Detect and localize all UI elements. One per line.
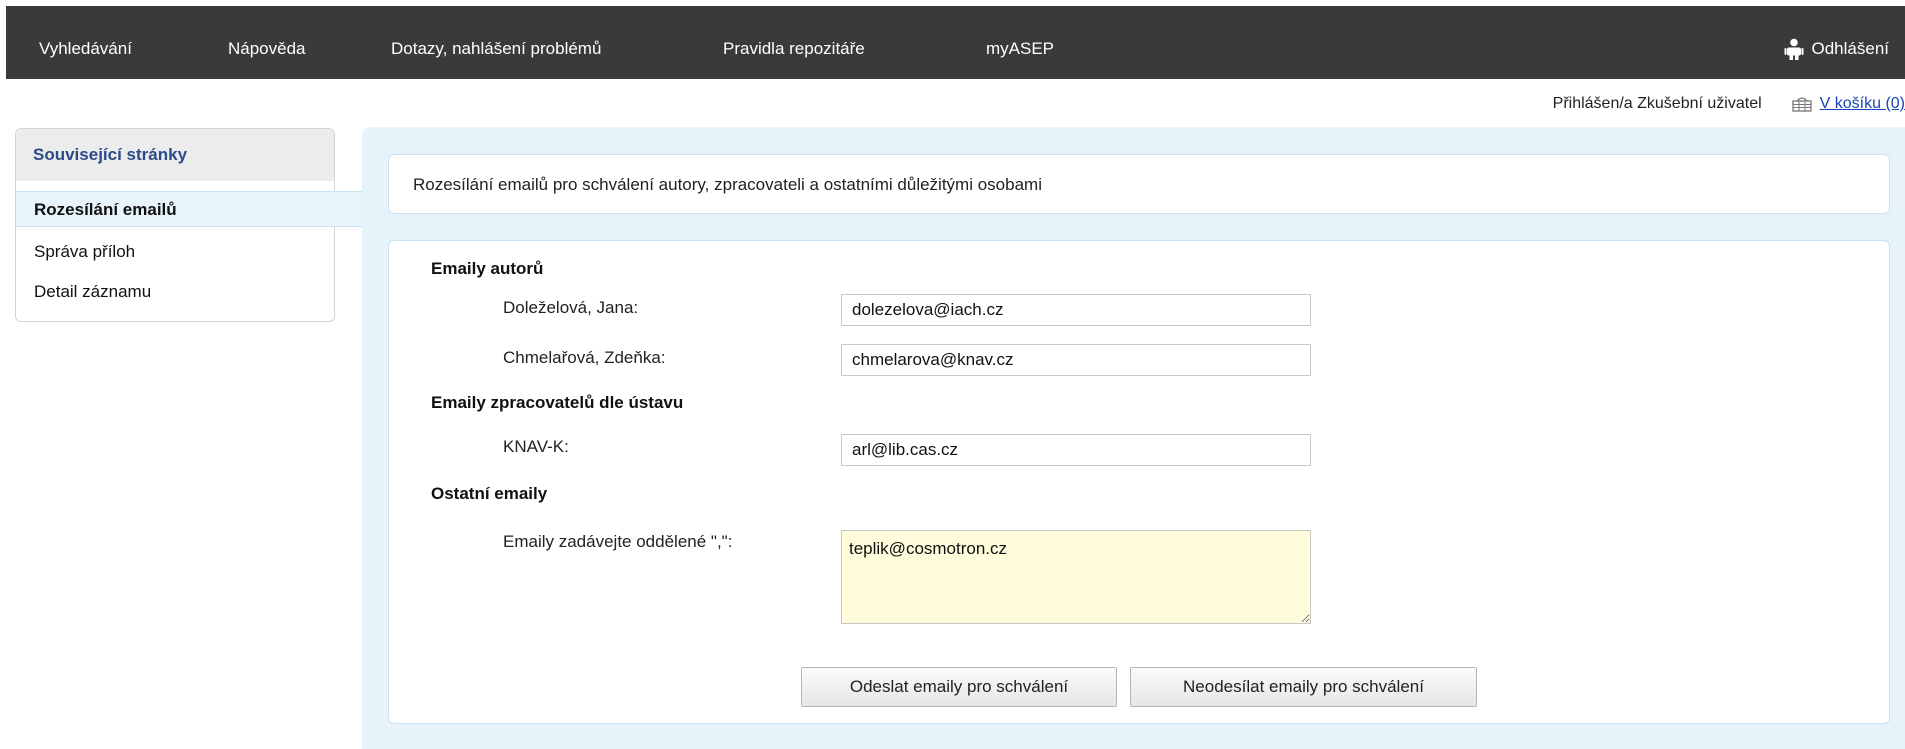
logout-label: Odhlášení bbox=[1811, 38, 1890, 58]
sidebar-item-email-distribution[interactable]: Rozesílání emailů bbox=[16, 191, 366, 227]
author-email-input[interactable] bbox=[841, 344, 1311, 376]
sidebar-item-attachments[interactable]: Správa příloh bbox=[34, 242, 135, 262]
nav-item-questions[interactable]: Dotazy, nahlášení problémů bbox=[391, 6, 601, 79]
cart-link[interactable]: V košíku (0) bbox=[1820, 95, 1905, 113]
nav-item-help[interactable]: Nápověda bbox=[228, 6, 306, 79]
processor-email-input[interactable] bbox=[841, 434, 1311, 466]
sidebar-title: Související stránky bbox=[16, 129, 334, 181]
send-emails-button[interactable]: Odeslat emaily pro schválení bbox=[801, 667, 1117, 707]
email-form: Emaily autorů Doleželová, Jana: Chmelařo… bbox=[388, 240, 1890, 724]
main-panel: Rozesílání emailů pro schválení autory, … bbox=[362, 127, 1905, 749]
author-email-input[interactable] bbox=[841, 294, 1311, 326]
other-emails-label: Emaily zadávejte oddělené ",": bbox=[503, 532, 733, 551]
nav-item-myasep[interactable]: myASEP bbox=[986, 6, 1054, 79]
page-description: Rozesílání emailů pro schválení autory, … bbox=[388, 154, 1890, 214]
top-navigation-bar: Vyhledávání Nápověda Dotazy, nahlášení p… bbox=[6, 6, 1905, 79]
author-name-label: Chmelařová, Zdeňka: bbox=[503, 348, 666, 367]
related-pages-sidebar: Související stránky Rozesílání emailů Sp… bbox=[15, 128, 366, 322]
logout-link[interactable]: Odhlášení bbox=[1784, 6, 1889, 79]
author-name-label: Doleželová, Jana: bbox=[503, 298, 639, 317]
sidebar-item-label: Rozesílání emailů bbox=[34, 200, 177, 219]
user-status-bar: Přihlášen/a Zkušební uživatel V košíku (… bbox=[1553, 92, 1905, 116]
institute-label: KNAV-K: bbox=[503, 437, 569, 456]
basket-icon[interactable] bbox=[1791, 96, 1812, 112]
logged-in-user: Přihlášen/a Zkušební uživatel bbox=[1552, 95, 1762, 112]
sidebar-item-record-detail[interactable]: Detail záznamu bbox=[34, 282, 151, 302]
processors-section-title: Emaily zpracovatelů dle ústavu bbox=[431, 393, 684, 412]
other-emails-section-title: Ostatní emaily bbox=[431, 484, 548, 503]
dont-send-emails-button[interactable]: Neodesílat emaily pro schválení bbox=[1130, 667, 1477, 707]
nav-item-repository-rules[interactable]: Pravidla repozitáře bbox=[723, 6, 865, 79]
nav-item-search[interactable]: Vyhledávání bbox=[39, 6, 132, 79]
authors-section-title: Emaily autorů bbox=[431, 259, 544, 278]
other-emails-textarea[interactable]: teplik@cosmotron.cz bbox=[841, 530, 1311, 624]
user-icon bbox=[1784, 38, 1804, 60]
